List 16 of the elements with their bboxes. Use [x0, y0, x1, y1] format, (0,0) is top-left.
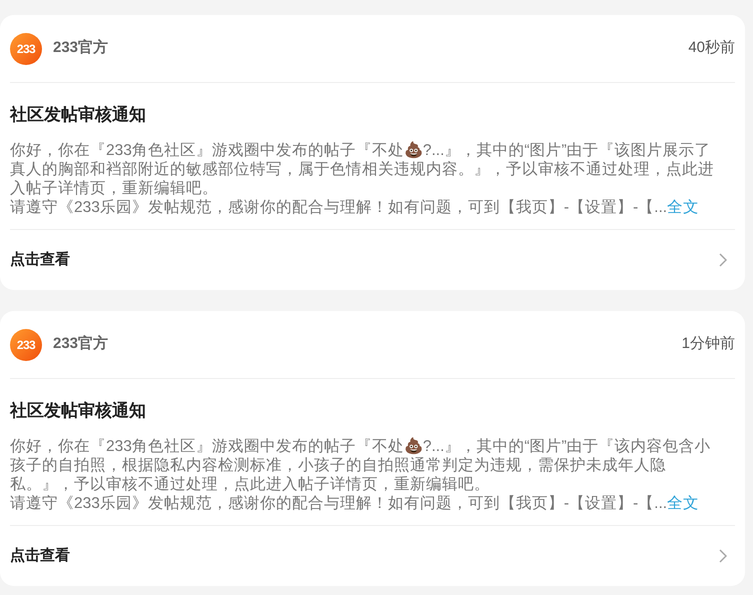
logo-icon: 233: [10, 32, 42, 64]
sender-name: 233官方: [53, 334, 108, 354]
sender-name: 233官方: [53, 38, 108, 58]
notification-title: 社区发帖审核通知: [10, 104, 147, 126]
chevron-right-icon: [719, 253, 727, 267]
timestamp: 1分钟前: [682, 334, 735, 354]
notice-text: 请遵守《233乐园》发帖规范，感谢你的配合与理解！如有问题，可到【我页】-【设置】-【...全文: [10, 494, 700, 513]
view-details-row[interactable]: 点击查看: [10, 526, 735, 586]
logo-icon: 233: [10, 328, 42, 360]
notification-title: 社区发帖审核通知: [10, 400, 147, 422]
notification-body: 你好，你在『233角色社区』游戏圈中发布的帖子『不处💩?...』，其中的“图片”由于『该图片展示了真人的胸部和裆部附近的敏感部位特写，属于色情相关违规内容。』，予以审核不通过处理，点此进入帖子详情页，重新编辑吧。: [10, 141, 715, 198]
notification-body: 你好，你在『233角色社区』游戏圈中发布的帖子『不处💩?...』，其中的“图片”由于『该内容包含小孩子的自拍照，根据隐私内容检测标准，小孩子的自拍照通常判定为违规，需保护未成年人隐私。』，予以审核不通过处理，点此进入帖子详情页，重新编辑吧。: [10, 437, 712, 494]
notice-text: 请遵守《233乐园》发帖规范，感谢你的配合与理解！如有问题，可到【我页】-【设置】-【...全文: [10, 198, 700, 217]
chevron-right-icon: [719, 549, 727, 563]
timestamp: 40秒前: [688, 38, 735, 58]
view-details-row[interactable]: 点击查看: [10, 230, 735, 290]
